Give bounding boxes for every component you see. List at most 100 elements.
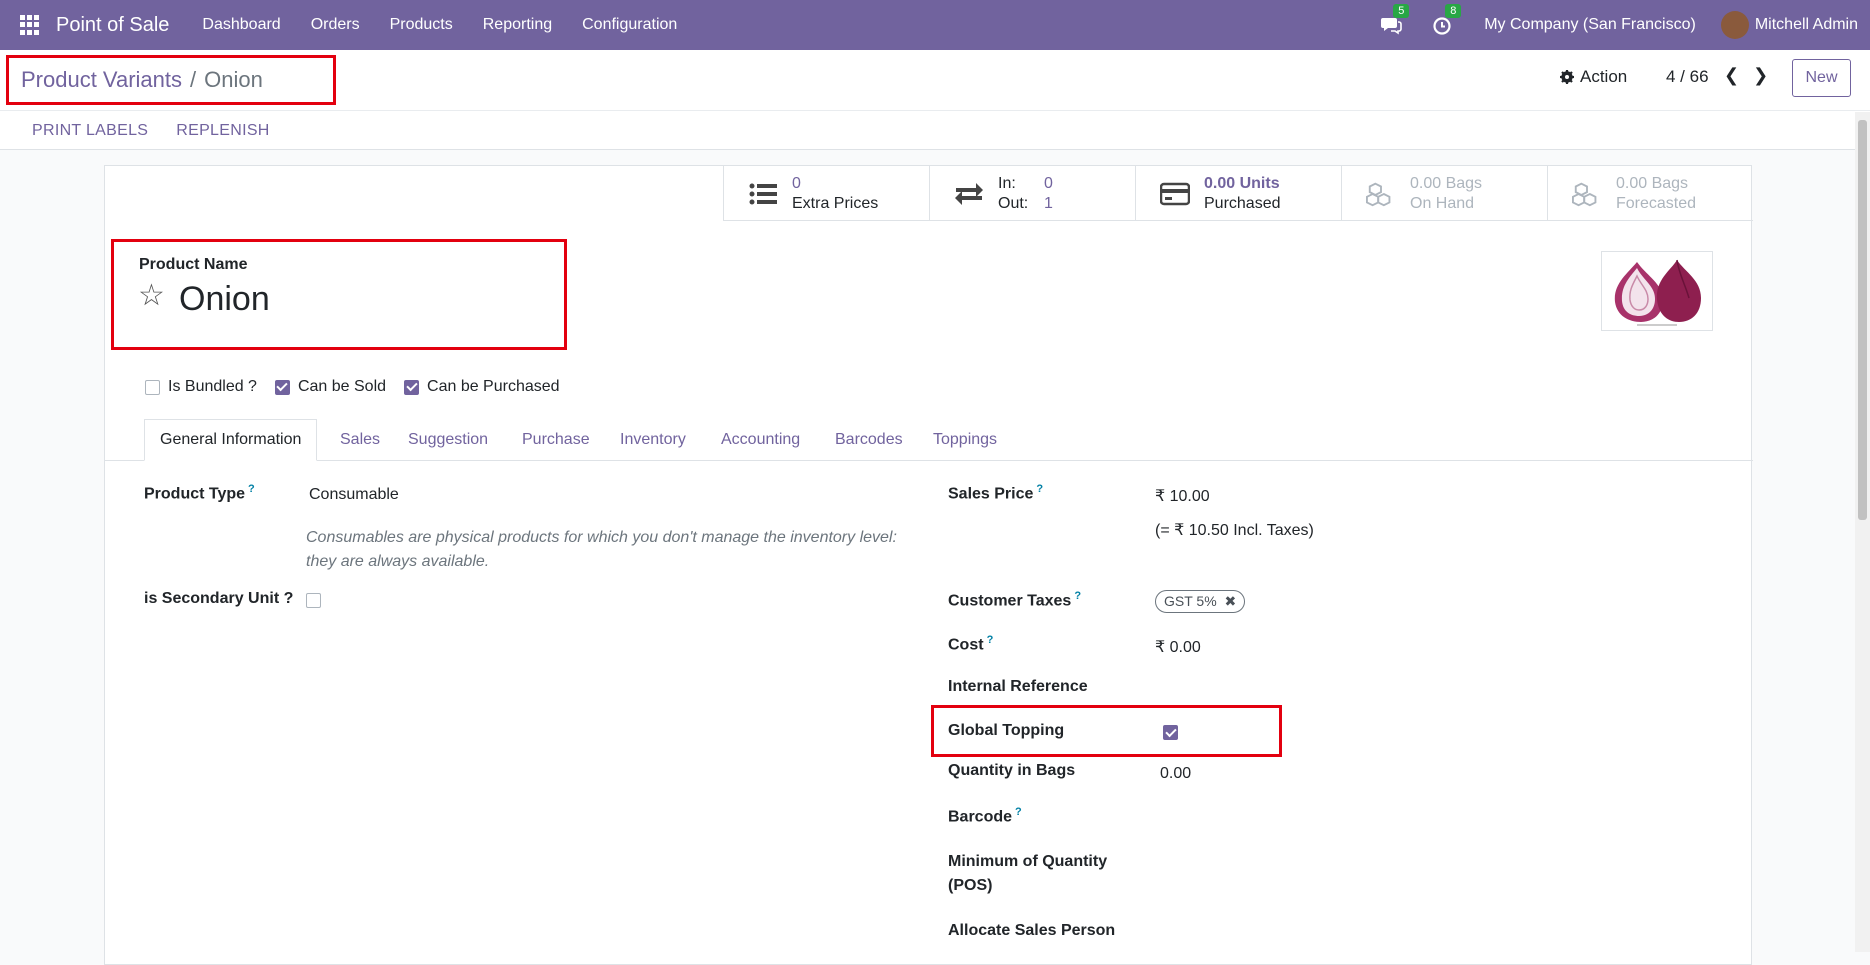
- replenish-button[interactable]: REPLENISH: [176, 122, 269, 140]
- list-icon: [748, 179, 778, 209]
- on-hand-label: On Hand: [1410, 194, 1475, 212]
- activities-clock-icon[interactable]: 8: [1432, 4, 1462, 36]
- help-tooltip-icon[interactable]: ?: [1074, 590, 1081, 602]
- top-navbar: Point of Sale Dashboard Orders Products …: [0, 0, 1870, 50]
- product-image[interactable]: [1601, 251, 1713, 331]
- product-type-select[interactable]: Consumable: [309, 486, 399, 504]
- scrollbar-thumb[interactable]: [1858, 120, 1867, 520]
- page-scrollbar[interactable]: [1855, 112, 1870, 952]
- tab-general-information[interactable]: General Information: [144, 419, 318, 461]
- tab-barcodes[interactable]: Barcodes: [835, 419, 903, 461]
- quantity-in-bags-label: Quantity in Bags: [948, 762, 1076, 779]
- forecasted-label: Forecasted: [1616, 194, 1697, 212]
- breadcrumb-parent-link[interactable]: Product Variants: [21, 67, 182, 93]
- user-menu[interactable]: Mitchell Admin: [1755, 16, 1858, 34]
- is-bundled-label: Is Bundled ?: [168, 378, 257, 395]
- form-sheet: 0 Extra Prices In: 0 Out: 1 0.00 Units P…: [104, 165, 1753, 965]
- sales-price-input[interactable]: ₹ 10.00: [1155, 486, 1210, 506]
- messages-count-badge: 5: [1393, 4, 1410, 18]
- action-menu-button[interactable]: Action: [1560, 67, 1627, 87]
- extra-prices-smart-button[interactable]: 0 Extra Prices: [723, 166, 929, 221]
- is-bundled-checkbox[interactable]: [145, 379, 160, 395]
- cost-label: Cost?: [948, 634, 994, 654]
- breadcrumb-current: Onion: [204, 67, 263, 92]
- remove-tag-icon[interactable]: ✖: [1225, 593, 1237, 609]
- activities-count-badge: 8: [1445, 4, 1462, 18]
- form-statusbar: PRINT LABELS REPLENISH: [0, 110, 1870, 150]
- new-button[interactable]: New: [1792, 59, 1851, 97]
- pager-value[interactable]: 4 / 66: [1666, 67, 1709, 87]
- can-be-sold-checkbox[interactable]: [274, 379, 290, 395]
- help-tooltip-icon[interactable]: ?: [987, 634, 994, 646]
- can-be-purchased-option[interactable]: Can be Purchased: [404, 378, 560, 396]
- chevron-right-icon[interactable]: ❯: [1753, 65, 1768, 86]
- tab-suggestion[interactable]: Suggestion: [408, 419, 488, 461]
- internal-reference-label: Internal Reference: [948, 678, 1088, 695]
- product-name-input[interactable]: Onion: [179, 280, 270, 319]
- menu-reporting[interactable]: Reporting: [483, 16, 552, 34]
- pager-nav: ❮ ❯: [1724, 65, 1768, 86]
- gear-icon: [1560, 70, 1574, 84]
- can-be-purchased-checkbox[interactable]: [404, 379, 420, 395]
- forecasted-value: 0.00 Bags: [1616, 174, 1689, 192]
- company-switcher[interactable]: My Company (San Francisco): [1484, 16, 1696, 34]
- min-quantity-pos-label: Minimum of Quantity (POS): [948, 853, 1108, 894]
- forecasted-smart-button[interactable]: 0.00 Bags Forecasted: [1547, 166, 1753, 221]
- on-hand-smart-button[interactable]: 0.00 Bags On Hand: [1341, 166, 1547, 221]
- help-tooltip-icon[interactable]: ?: [248, 483, 255, 495]
- on-hand-value: 0.00 Bags: [1410, 174, 1483, 192]
- product-name-label: Product Name: [139, 256, 248, 273]
- in-out-smart-button[interactable]: In: 0 Out: 1: [929, 166, 1135, 221]
- menu-products[interactable]: Products: [390, 16, 453, 34]
- messages-icon[interactable]: 5: [1380, 4, 1410, 36]
- sales-price-label: Sales Price?: [948, 483, 1044, 503]
- secondary-unit-checkbox[interactable]: [306, 593, 321, 608]
- tab-purchase[interactable]: Purchase: [522, 419, 590, 461]
- out-label: Out:: [998, 194, 1029, 212]
- apps-menu-icon[interactable]: [20, 15, 40, 35]
- control-panel: Product Variants / Onion Action 4 / 66 ❮…: [0, 50, 1870, 150]
- in-label: In:: [998, 174, 1016, 192]
- product-flags: Is Bundled ? Can be Sold Can be Purchase…: [145, 378, 560, 396]
- menu-dashboard[interactable]: Dashboard: [202, 16, 280, 34]
- help-tooltip-icon[interactable]: ?: [1036, 483, 1043, 495]
- menu-configuration[interactable]: Configuration: [582, 16, 677, 34]
- chevron-left-icon[interactable]: ❮: [1724, 65, 1739, 86]
- extra-prices-value: 0: [792, 174, 801, 192]
- product-type-label: Product Type?: [144, 483, 255, 503]
- user-avatar[interactable]: [1720, 11, 1749, 39]
- menu-orders[interactable]: Orders: [311, 16, 360, 34]
- allocate-sales-person-label: Allocate Sales Person: [948, 922, 1116, 939]
- global-topping-checkbox[interactable]: [1163, 725, 1178, 740]
- onion-image: [1614, 259, 1701, 326]
- tab-toppings[interactable]: Toppings: [933, 419, 997, 461]
- out-value: 1: [1044, 194, 1053, 212]
- purchased-label: Purchased: [1204, 194, 1281, 212]
- purchased-smart-button[interactable]: 0.00 Units Purchased: [1135, 166, 1341, 221]
- tab-accounting[interactable]: Accounting: [721, 419, 800, 461]
- breadcrumb-separator: /: [190, 67, 197, 92]
- exchange-arrows-icon: [954, 179, 984, 209]
- can-be-sold-option[interactable]: Can be Sold: [274, 378, 387, 396]
- customer-taxes-label: Customer Taxes?: [948, 590, 1082, 610]
- barcode-label: Barcode?: [948, 806, 1022, 826]
- tab-sales[interactable]: Sales: [340, 419, 380, 461]
- can-be-purchased-label: Can be Purchased: [427, 378, 560, 395]
- secondary-unit-label: is Secondary Unit ?: [144, 590, 294, 607]
- purchased-value: 0.00 Units: [1204, 174, 1280, 192]
- favorite-star-icon[interactable]: ☆: [138, 278, 165, 313]
- product-name-highlight: Product Name ☆ Onion: [111, 239, 567, 350]
- is-bundled-option[interactable]: Is Bundled ?: [145, 378, 257, 396]
- tab-inventory[interactable]: Inventory: [620, 419, 686, 461]
- help-tooltip-icon[interactable]: ?: [1015, 806, 1022, 818]
- tax-tag[interactable]: GST 5% ✖: [1155, 590, 1246, 613]
- app-name[interactable]: Point of Sale: [56, 14, 169, 37]
- cost-input[interactable]: ₹ 0.00: [1155, 637, 1201, 657]
- print-labels-button[interactable]: PRINT LABELS: [32, 122, 148, 140]
- quantity-in-bags-input[interactable]: 0.00: [1160, 765, 1191, 783]
- cubes-icon: [1366, 179, 1396, 209]
- form-tabs: General Information Sales Suggestion Pur…: [105, 419, 1753, 461]
- action-label: Action: [1580, 67, 1628, 86]
- tax-tag-label: GST 5%: [1164, 593, 1217, 609]
- can-be-sold-label: Can be Sold: [297, 378, 387, 395]
